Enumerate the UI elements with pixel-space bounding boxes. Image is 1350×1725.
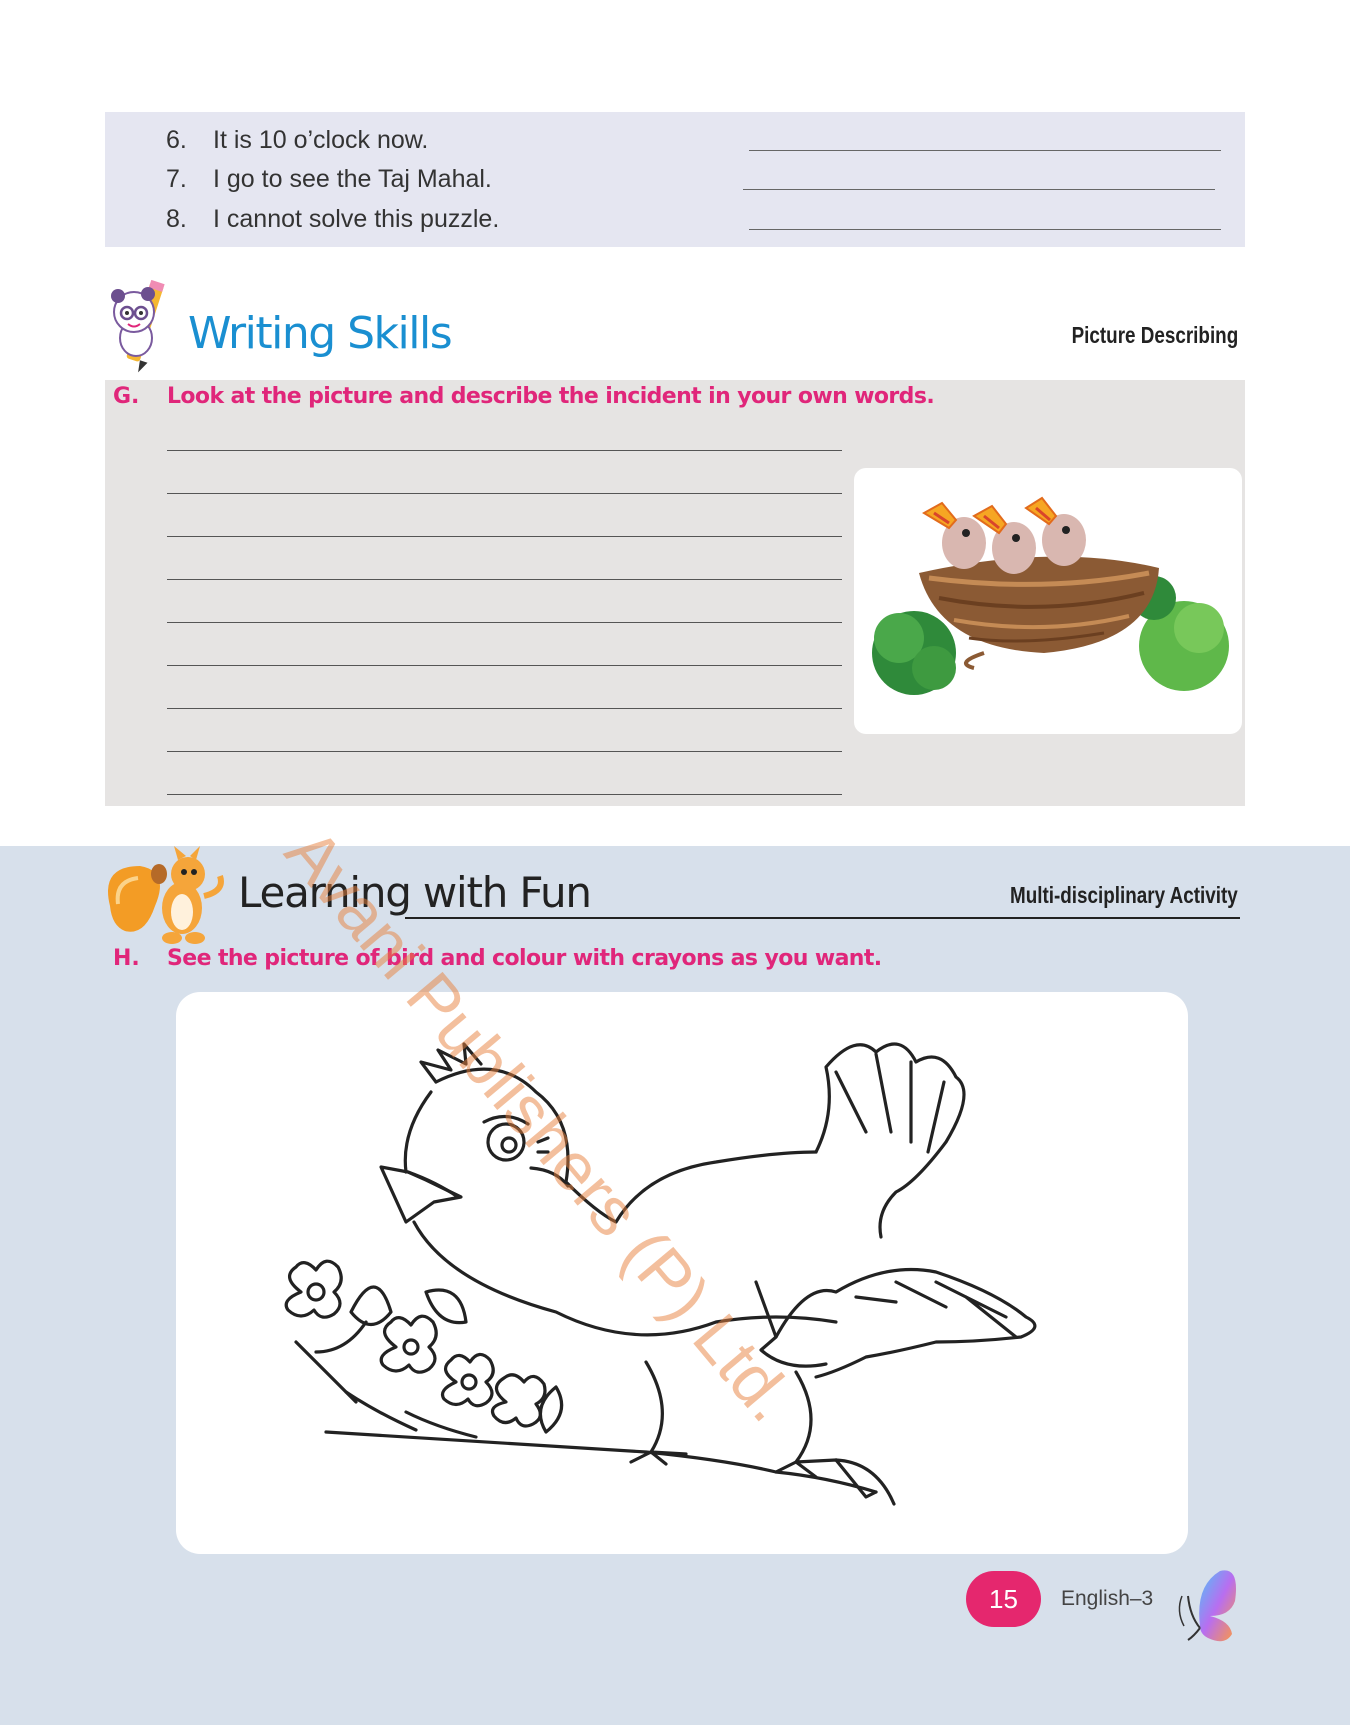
- writing-line[interactable]: [167, 536, 842, 537]
- sentence-row: 8. I cannot solve this puzzle.: [105, 205, 1245, 243]
- writing-line[interactable]: [167, 450, 842, 451]
- writing-line[interactable]: [167, 579, 842, 580]
- sentence-number: 6.: [166, 126, 187, 154]
- question-text: See the picture of bird and colour with …: [167, 946, 882, 971]
- fun-section-tag: Multi-disciplinary Activity: [1010, 882, 1238, 908]
- writing-activity-box: G. Look at the picture and describe the …: [105, 380, 1245, 806]
- answer-line[interactable]: [743, 189, 1215, 190]
- page-number-badge: 15: [966, 1571, 1041, 1627]
- writing-line[interactable]: [167, 493, 842, 494]
- sentence-row: 6. It is 10 o’clock now.: [105, 126, 1245, 164]
- answer-line[interactable]: [749, 229, 1221, 230]
- bird-nest-illustration: [872, 496, 1229, 695]
- sentence-text: I cannot solve this puzzle.: [213, 205, 500, 233]
- writing-line[interactable]: [167, 708, 842, 709]
- sentence-number: 8.: [166, 205, 187, 233]
- writing-line[interactable]: [167, 751, 842, 752]
- writing-line[interactable]: [167, 794, 842, 795]
- learning-with-fun-region: Learning with Fun Multi-disciplinary Act…: [0, 846, 1350, 1725]
- sentence-text: I go to see the Taj Mahal.: [213, 165, 492, 193]
- question-label: G.: [113, 384, 140, 409]
- sentence-text: It is 10 o’clock now.: [213, 126, 429, 154]
- learning-with-fun-title: Learning with Fun: [238, 868, 592, 917]
- writing-skills-title: Writing Skills: [188, 308, 453, 359]
- sentence-row: 7. I go to see the Taj Mahal.: [105, 165, 1245, 203]
- sentence-exercise-box: 6. It is 10 o’clock now. 7. I go to see …: [105, 112, 1245, 247]
- writing-section-tag: Picture Describing: [1071, 322, 1238, 348]
- panda-pencil-icon: [111, 279, 165, 373]
- question-text: Look at the picture and describe the inc…: [167, 384, 935, 409]
- question-label: H.: [113, 946, 140, 971]
- colouring-picture-card[interactable]: [176, 992, 1188, 1554]
- squirrel-icon: [108, 846, 224, 944]
- butterfly-logo-icon: [1178, 1570, 1236, 1642]
- writing-line[interactable]: [167, 622, 842, 623]
- answer-line[interactable]: [749, 150, 1221, 151]
- bird-outline-drawing[interactable]: [176, 992, 1188, 1554]
- title-underline: [405, 917, 1240, 919]
- sentence-number: 7.: [166, 165, 187, 193]
- nest-picture-card: [854, 468, 1242, 734]
- book-name: English–3: [1061, 1587, 1154, 1610]
- writing-line[interactable]: [167, 665, 842, 666]
